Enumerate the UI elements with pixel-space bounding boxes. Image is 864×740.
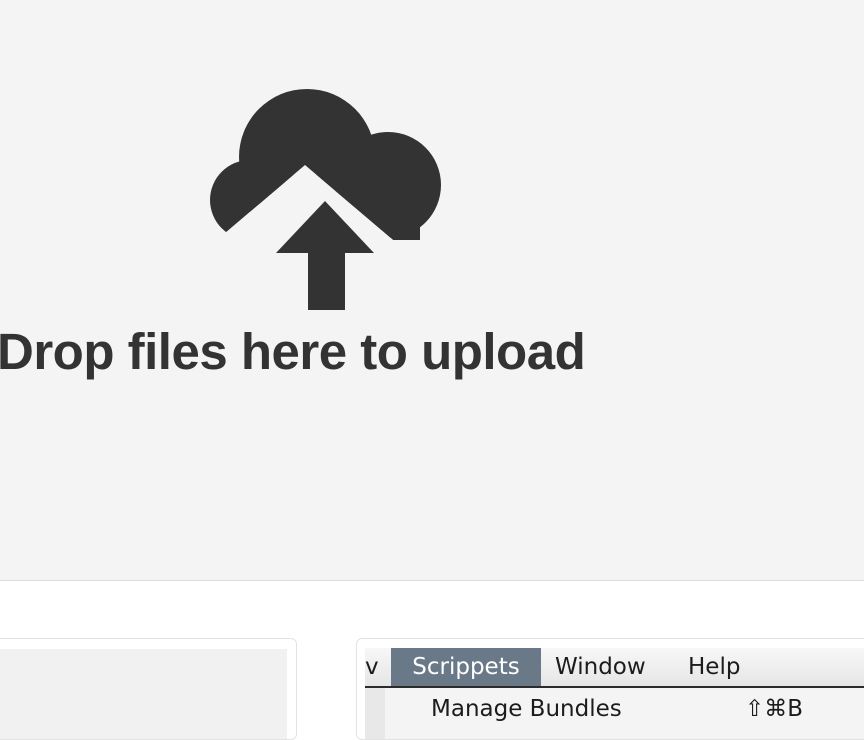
menu-item-help[interactable]: Help [688,648,740,686]
shortcut-manage-bundles: ⇧⌘B [745,696,804,722]
card-left-preview [0,649,287,739]
menu-item-manage-bundles[interactable]: Manage Bundles [431,696,622,722]
scrippets-dropdown-menu: Manage Bundles ⇧⌘B [365,688,864,739]
dropdown-gutter [365,688,385,739]
screenshot-card-left [0,638,297,740]
menu-item-window[interactable]: Window [555,648,646,686]
drop-files-message: Drop files here to upload [0,323,586,380]
cloud-upload-icon [210,89,441,310]
menu-item-scrippets[interactable]: Scrippets [391,648,541,686]
upload-dropzone[interactable]: Drop files here to upload [0,0,864,581]
menu-bar: v Scrippets Window Help [365,648,864,688]
screenshot-card-right: v Scrippets Window Help Manage Bundles ⇧… [356,638,864,740]
menu-item-view-partial[interactable]: v [365,648,379,686]
